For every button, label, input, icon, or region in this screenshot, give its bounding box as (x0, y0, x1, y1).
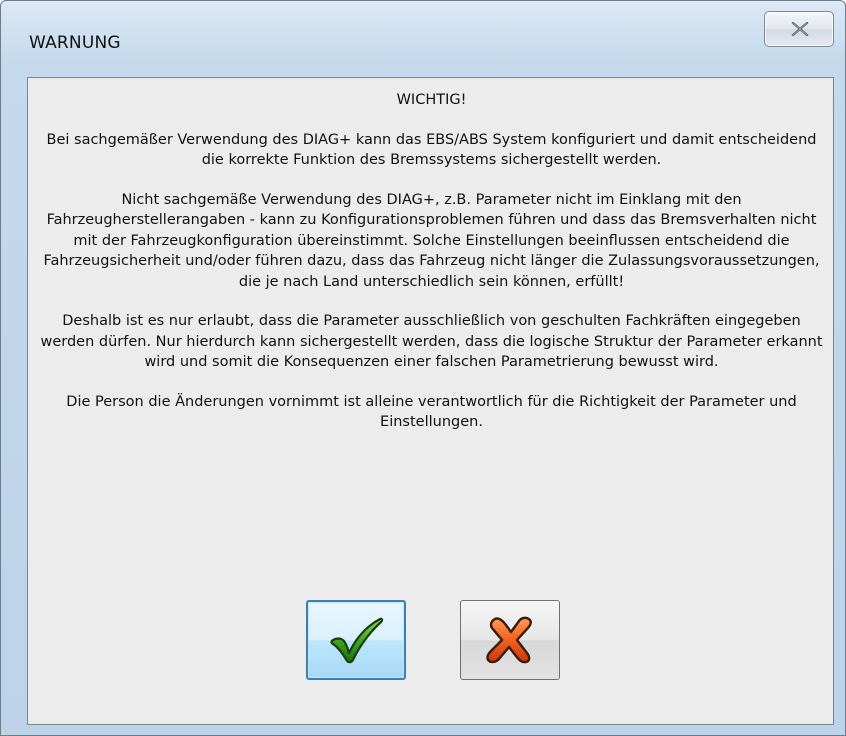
dialog-content: WICHTIG! Bei sachgemäßer Verwendung des … (27, 77, 834, 725)
warning-dialog: WARNUNG WICHTIG! Bei sachgemäßer Verwend… (0, 0, 846, 736)
window-title: WARNUNG (29, 33, 121, 53)
red-x-icon (486, 616, 532, 664)
warning-message: WICHTIG! Bei sachgemäßer Verwendung des … (36, 90, 827, 452)
message-heading: WICHTIG! (396, 92, 467, 108)
close-button[interactable] (764, 11, 834, 47)
title-bar[interactable]: WARNUNG (1, 1, 845, 77)
close-icon (791, 22, 809, 36)
message-paragraph-4: Die Person die Änderungen vornimmt ist a… (66, 393, 797, 431)
message-paragraph-1: Bei sachgemäßer Verwendung des DIAG+ kan… (46, 131, 817, 169)
message-paragraph-2: Nicht sachgemäße Verwendung des DIAG+, z… (43, 191, 820, 290)
confirm-button[interactable] (306, 600, 406, 680)
cancel-button[interactable] (460, 600, 560, 680)
message-paragraph-3: Deshalb ist es nur erlaubt, dass die Par… (40, 313, 823, 370)
green-checkmark-icon (330, 617, 384, 664)
